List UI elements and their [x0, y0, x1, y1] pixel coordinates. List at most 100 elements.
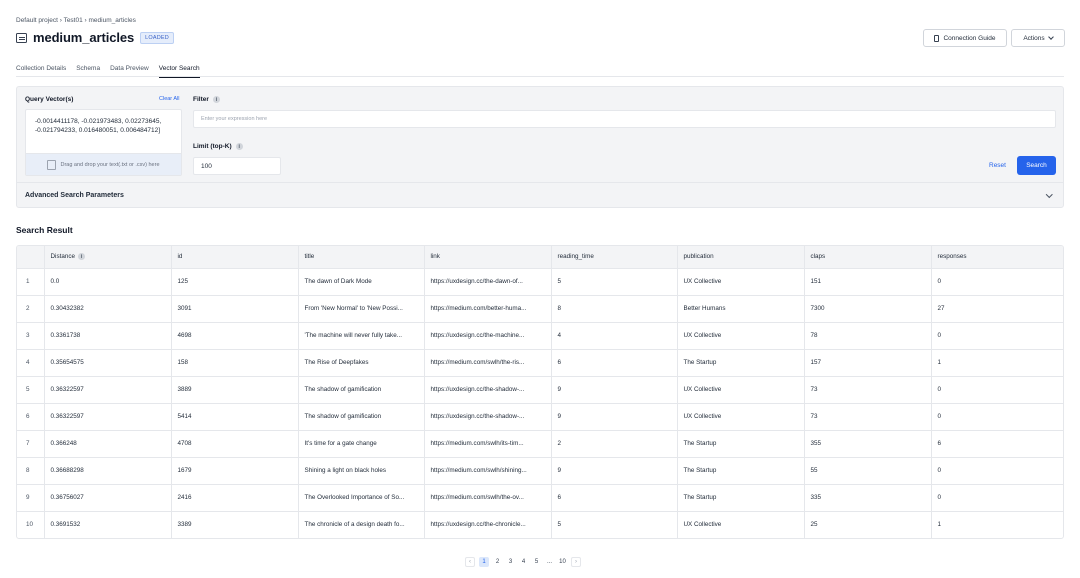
tab-schema[interactable]: Schema [71, 65, 105, 77]
reset-button[interactable]: Reset [989, 162, 1006, 169]
claps-cell: 25 [803, 510, 931, 538]
id-cell: 158 [170, 348, 298, 376]
advanced-search-parameters[interactable]: Advanced Search Parameters [17, 182, 1063, 209]
breadcrumb[interactable]: Default project › Test01 › medium_articl… [16, 17, 136, 24]
row-index: 5 [17, 375, 44, 403]
collection-icon [16, 32, 27, 43]
row-index: 8 [17, 456, 44, 484]
reading-time-cell: 9 [550, 375, 677, 403]
file-drop-zone[interactable]: Drag and drop your text(.txt or .csv) he… [26, 153, 181, 175]
publication-cell: UX Collective [676, 402, 804, 430]
advanced-search-label: Advanced Search Parameters [25, 192, 124, 199]
row-index: 6 [17, 402, 44, 430]
id-cell: 125 [170, 267, 298, 295]
row-index: 4 [17, 348, 44, 376]
title-row: medium_articles LOADED [16, 30, 174, 45]
page-10[interactable]: 10 [558, 557, 567, 567]
id-cell: 3091 [170, 294, 298, 322]
table-row[interactable]: 2 0.30432382 3091 From 'New Normal' to 'New… [17, 294, 1063, 322]
responses-cell: 0 [930, 321, 1063, 349]
prev-page-button[interactable]: ‹ [465, 557, 475, 567]
reading-time-cell: 9 [550, 456, 677, 484]
id-cell: 4708 [170, 429, 298, 457]
distance-cell: 0.36756027 [43, 483, 171, 511]
limit-input[interactable] [193, 157, 281, 175]
file-upload-icon [47, 159, 57, 170]
table-row[interactable]: 3 0.3361738 4698 'The machine will never fu… [17, 321, 1063, 349]
responses-cell: 0 [930, 402, 1063, 430]
column-header-publication[interactable]: publication [676, 246, 804, 268]
table-header-row: Distance i id title link reading_time pub… [17, 246, 1063, 268]
filter-label-text: Filter [193, 96, 209, 103]
chevron-down-icon [1045, 191, 1052, 198]
publication-cell: UX Collective [676, 510, 804, 538]
table-row[interactable]: 6 0.36322597 5414 The shadow of gamificatio… [17, 402, 1063, 430]
table-row[interactable]: 8 0.36688298 1679 Shining a light on black … [17, 456, 1063, 484]
query-panel: Query Vector(s) Clear All -0.0014411178,… [16, 86, 1064, 208]
claps-cell: 151 [803, 267, 931, 295]
info-icon[interactable]: i [235, 143, 243, 150]
search-button[interactable]: Search [1017, 156, 1056, 175]
page-ellipsis[interactable]: ... [545, 557, 554, 567]
table-row[interactable]: 9 0.36756027 2416 The Overlooked Importance… [17, 483, 1063, 511]
next-page-button[interactable]: › [571, 557, 581, 567]
link-cell: https://uxdesign.cc/the-shadow-... [423, 375, 551, 403]
page-4[interactable]: 4 [519, 557, 528, 567]
column-header-responses[interactable]: responses [930, 246, 1063, 268]
query-vector-box[interactable]: -0.0014411178, -0.021973483, 0.02273645,… [25, 109, 182, 176]
column-header-claps[interactable]: claps [803, 246, 931, 268]
clear-all-link[interactable]: Clear All [159, 96, 179, 102]
claps-cell: 355 [803, 429, 931, 457]
actions-button[interactable]: Actions [1011, 29, 1065, 47]
table-row[interactable]: 4 0.35654575 158 The Rise of Deepfakes https… [17, 348, 1063, 376]
connection-guide-button[interactable]: Connection Guide [923, 29, 1007, 47]
actions-label: Actions [1023, 34, 1045, 42]
reading-time-cell: 9 [550, 402, 677, 430]
page-title: medium_articles [33, 30, 135, 45]
publication-cell: Better Humans [676, 294, 804, 322]
table-row[interactable]: 10 0.3691532 3389 The chronicle of a design… [17, 510, 1063, 538]
info-icon[interactable]: i [78, 253, 85, 261]
title-cell: The Overlooked Importance of So... [297, 483, 424, 511]
column-header-title[interactable]: title [297, 246, 424, 268]
column-header-distance[interactable]: Distance i [43, 246, 171, 268]
distance-cell: 0.36322597 [43, 375, 171, 403]
reading-time-cell: 4 [550, 321, 677, 349]
status-badge: LOADED [140, 31, 174, 44]
table-row[interactable]: 1 0.0 125 The dawn of Dark Mode https://uxde… [17, 267, 1063, 295]
table-row[interactable]: 5 0.36322597 3889 The shadow of gamificatio… [17, 375, 1063, 403]
tab-bar: Collection Details Schema Data Preview V… [16, 65, 1064, 78]
publication-cell: The Startup [676, 429, 804, 457]
limit-label: Limit (top-K) i [193, 143, 243, 150]
publication-cell: The Startup [676, 348, 804, 376]
link-cell: https://medium.com/swlh/shining... [423, 456, 551, 484]
row-index: 2 [17, 294, 44, 322]
limit-label-text: Limit (top-K) [193, 143, 232, 150]
filter-label: Filter i [193, 96, 220, 103]
page-1[interactable]: 1 [479, 557, 489, 567]
title-cell: The chronicle of a design death fo... [297, 510, 424, 538]
column-header-link[interactable]: link [423, 246, 551, 268]
reading-time-cell: 5 [550, 267, 677, 295]
info-icon[interactable]: i [212, 96, 220, 103]
responses-cell: 27 [930, 294, 1063, 322]
reading-time-cell: 6 [550, 348, 677, 376]
link-cell: https://uxdesign.cc/the-dawn-of... [423, 267, 551, 295]
tab-vector-search[interactable]: Vector Search [154, 65, 205, 78]
drop-hint: Drag and drop your text(.txt or .csv) he… [60, 161, 160, 168]
column-header-id[interactable]: id [170, 246, 298, 268]
responses-cell: 0 [930, 267, 1063, 295]
column-header-reading-time[interactable]: reading_time [550, 246, 677, 268]
table-row[interactable]: 7 0.366248 4708 It's time for a gate change… [17, 429, 1063, 457]
publication-cell: UX Collective [676, 321, 804, 349]
link-cell: https://medium.com/swlh/its-tim... [423, 429, 551, 457]
responses-cell: 0 [930, 456, 1063, 484]
tab-collection-details[interactable]: Collection Details [16, 65, 71, 77]
page-3[interactable]: 3 [506, 557, 515, 567]
page-5[interactable]: 5 [532, 557, 541, 567]
query-vector-text[interactable]: -0.0014411178, -0.021973483, 0.02273645,… [26, 110, 181, 142]
filter-input[interactable] [193, 110, 1056, 128]
title-cell: It's time for a gate change [297, 429, 424, 457]
tab-data-preview[interactable]: Data Preview [105, 65, 154, 77]
page-2[interactable]: 2 [493, 557, 502, 567]
